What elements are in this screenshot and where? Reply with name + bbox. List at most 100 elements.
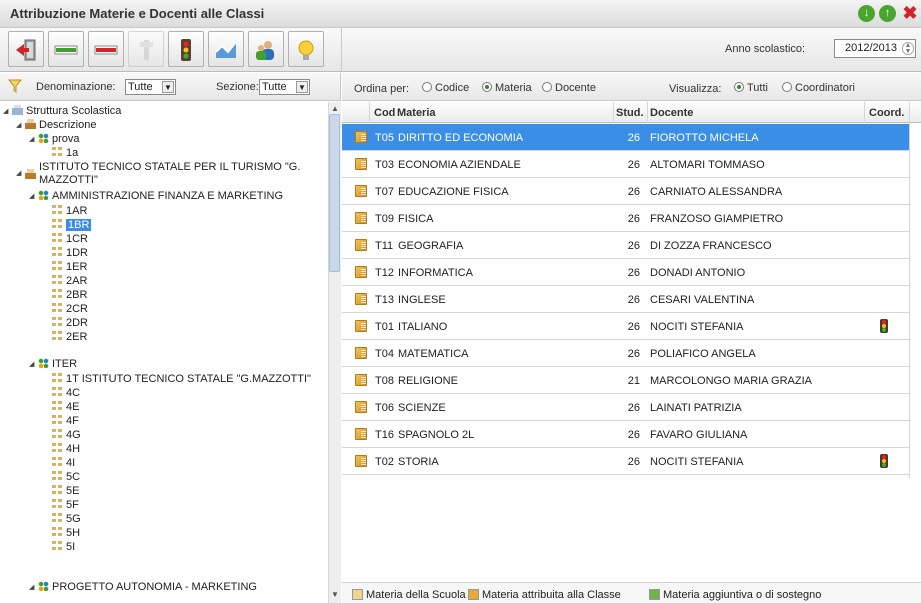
disabled-action-button[interactable] (128, 31, 164, 67)
radio-ordina-docente[interactable]: Docente (542, 82, 596, 94)
tree-node-label: 4E (66, 401, 80, 413)
course-icon (38, 190, 49, 200)
class-icon (52, 317, 63, 327)
radio-label: Docente (555, 82, 596, 94)
collapse-arrow-icon[interactable]: ◢ (16, 119, 21, 132)
chart-button[interactable] (208, 31, 244, 67)
col-header-docente[interactable]: Docente (650, 107, 693, 119)
col-header-materia[interactable]: Materia (397, 107, 436, 119)
collapse-arrow-icon[interactable]: ◢ (3, 105, 8, 118)
table-row[interactable]: T05 DIRITTO ED ECONOMIA 26 FIOROTTO MICHELA (342, 124, 909, 151)
sezione-label: Sezione: (216, 81, 259, 93)
tree-node-class[interactable]: 1a (52, 147, 78, 160)
class-icon (52, 415, 63, 425)
upload-icon[interactable]: ↑ (879, 5, 896, 22)
table-row[interactable]: T01 ITALIANO 26 NOCITI STEFANIA (342, 313, 909, 340)
tree-node-descrizione[interactable]: Descrizione (25, 119, 96, 132)
chevron-down-icon: ▼ (162, 81, 174, 93)
table-row[interactable]: T03 ECONOMIA AZIENDALE 26 ALTOMARI TOMMASO (342, 151, 909, 178)
tree-node-class[interactable]: 2CR (52, 303, 88, 316)
download-icon[interactable]: ↓ (858, 5, 875, 22)
tree-node-class[interactable]: 1AR (52, 205, 87, 218)
table-row[interactable]: T08 RELIGIONE 21 MARCOLONGO MARIA GRAZIA (342, 367, 909, 394)
radio-visualizza-coordinatori[interactable]: Coordinatori (782, 82, 855, 94)
sezione-select[interactable]: Tutte ▼ (259, 79, 310, 95)
cell-cod: T11 (375, 240, 394, 252)
tree-node-label: 4I (66, 457, 76, 469)
tree-node-progetto[interactable]: PROGETTO AUTONOMIA - MARKETING (38, 581, 257, 594)
column-divider (909, 102, 910, 478)
radio-ordina-materia[interactable]: Materia (482, 82, 532, 94)
help-button[interactable] (288, 31, 324, 67)
radio-visualizza-tutti[interactable]: Tutti (734, 82, 768, 94)
exit-button[interactable] (8, 31, 44, 67)
col-header-cod[interactable]: Cod (374, 107, 395, 119)
table-row[interactable]: T09 FISICA 26 FRANZOSO GIAMPIETRO (342, 205, 909, 232)
subject-extra-icon (649, 589, 660, 600)
col-header-stud[interactable]: Stud. (616, 107, 644, 119)
add-row-button[interactable] (48, 31, 84, 67)
school-structure-tree: ◢ Struttura Scolastica ◢ Descrizione ◢ p… (0, 102, 341, 603)
table-row[interactable]: T02 STORIA 26 NOCITI STEFANIA (342, 448, 909, 475)
traffic-light-button[interactable] (168, 31, 204, 67)
school-year-spinner[interactable]: 2012/2013 ▲ ▼ (834, 39, 916, 58)
tree-scrollbar-thumb[interactable] (329, 114, 340, 272)
tree-node-class[interactable]: 5H (52, 527, 80, 540)
tree-node-class[interactable]: 2DR (52, 317, 88, 330)
delete-row-icon (94, 45, 118, 55)
cell-cod: T12 (375, 267, 394, 279)
table-row[interactable]: T12 INFORMATICA 26 DONADI ANTONIO (342, 259, 909, 286)
tree-node-class[interactable]: 1DR (52, 247, 88, 260)
tree-node-class[interactable]: 2AR (52, 275, 87, 288)
table-row[interactable]: T04 MATEMATICA 26 POLIAFICO ANGELA (342, 340, 909, 367)
tree-node-class[interactable]: 5I (52, 541, 75, 554)
tree-node-class[interactable]: 5G (52, 513, 81, 526)
collapse-arrow-icon[interactable]: ◢ (29, 133, 34, 146)
cell-stud: 26 (627, 240, 640, 252)
filter-icon[interactable] (8, 79, 22, 93)
table-row[interactable]: T06 SCIENZE 26 LAINATI PATRIZIA (342, 394, 909, 421)
tree-node-label: Descrizione (39, 119, 97, 131)
tree-node-class[interactable]: 1ER (52, 261, 87, 274)
class-icon (52, 303, 63, 313)
collapse-arrow-icon[interactable]: ◢ (29, 190, 34, 203)
teachers-button[interactable] (248, 31, 284, 67)
tree-node-label: 1AR (66, 205, 88, 217)
tree-node-class[interactable]: 5C (52, 471, 80, 484)
tree-node-class[interactable]: 4F (52, 415, 79, 428)
tree-node-class[interactable]: 4E (52, 401, 79, 414)
tree-node-class[interactable]: 1CR (52, 233, 88, 246)
scroll-up-icon[interactable]: ▲ (330, 104, 340, 114)
spin-arrows-icon[interactable]: ▲ ▼ (902, 42, 914, 55)
tree-node-class[interactable]: 4C (52, 387, 80, 400)
table-row[interactable]: T11 GEOGRAFIA 26 DI ZOZZA FRANCESCO (342, 232, 909, 259)
scroll-down-icon[interactable]: ▼ (330, 590, 340, 600)
tree-node-class[interactable]: 5F (52, 499, 79, 512)
tree-node-class[interactable]: 5E (52, 485, 79, 498)
tree-node-prova[interactable]: prova (38, 133, 80, 146)
tree-node-class[interactable]: 2ER (52, 331, 87, 344)
tree-node-class[interactable]: 1T ISTITUTO TECNICO STATALE "G.MAZZOTTI" (52, 373, 311, 386)
cell-cod: T01 (375, 321, 394, 333)
collapse-arrow-icon[interactable]: ◢ (29, 358, 34, 371)
table-row[interactable]: T16 SPAGNOLO 2L 26 FAVARO GIULIANA (342, 421, 909, 448)
table-row[interactable]: T07 EDUCAZIONE FISICA 26 CARNIATO ALESSANDR… (342, 178, 909, 205)
tree-node-afm[interactable]: AMMINISTRAZIONE FINANZA E MARKETING (38, 190, 283, 203)
collapse-arrow-icon[interactable]: ◢ (16, 167, 21, 180)
close-icon[interactable]: ✖ (902, 4, 918, 22)
tree-node-iter[interactable]: ITER (38, 358, 77, 371)
delete-row-button[interactable] (88, 31, 124, 67)
tree-node-class[interactable]: 1BR (52, 219, 92, 232)
denominazione-select[interactable]: Tutte ▼ (125, 79, 176, 95)
radio-ordina-codice[interactable]: Codice (422, 82, 469, 94)
tree-node-class[interactable]: 4H (52, 443, 80, 456)
col-header-coord[interactable]: Coord. (869, 107, 904, 119)
table-row[interactable]: T13 INGLESE 26 CESARI VALENTINA (342, 286, 909, 313)
tree-node-class[interactable]: 2BR (52, 289, 87, 302)
tree-node-root[interactable]: Struttura Scolastica (12, 105, 121, 118)
cell-stud: 26 (627, 294, 640, 306)
collapse-arrow-icon[interactable]: ◢ (29, 581, 34, 594)
cell-cod: T02 (375, 456, 394, 468)
tree-node-class[interactable]: 4G (52, 429, 81, 442)
tree-node-class[interactable]: 4I (52, 457, 75, 470)
